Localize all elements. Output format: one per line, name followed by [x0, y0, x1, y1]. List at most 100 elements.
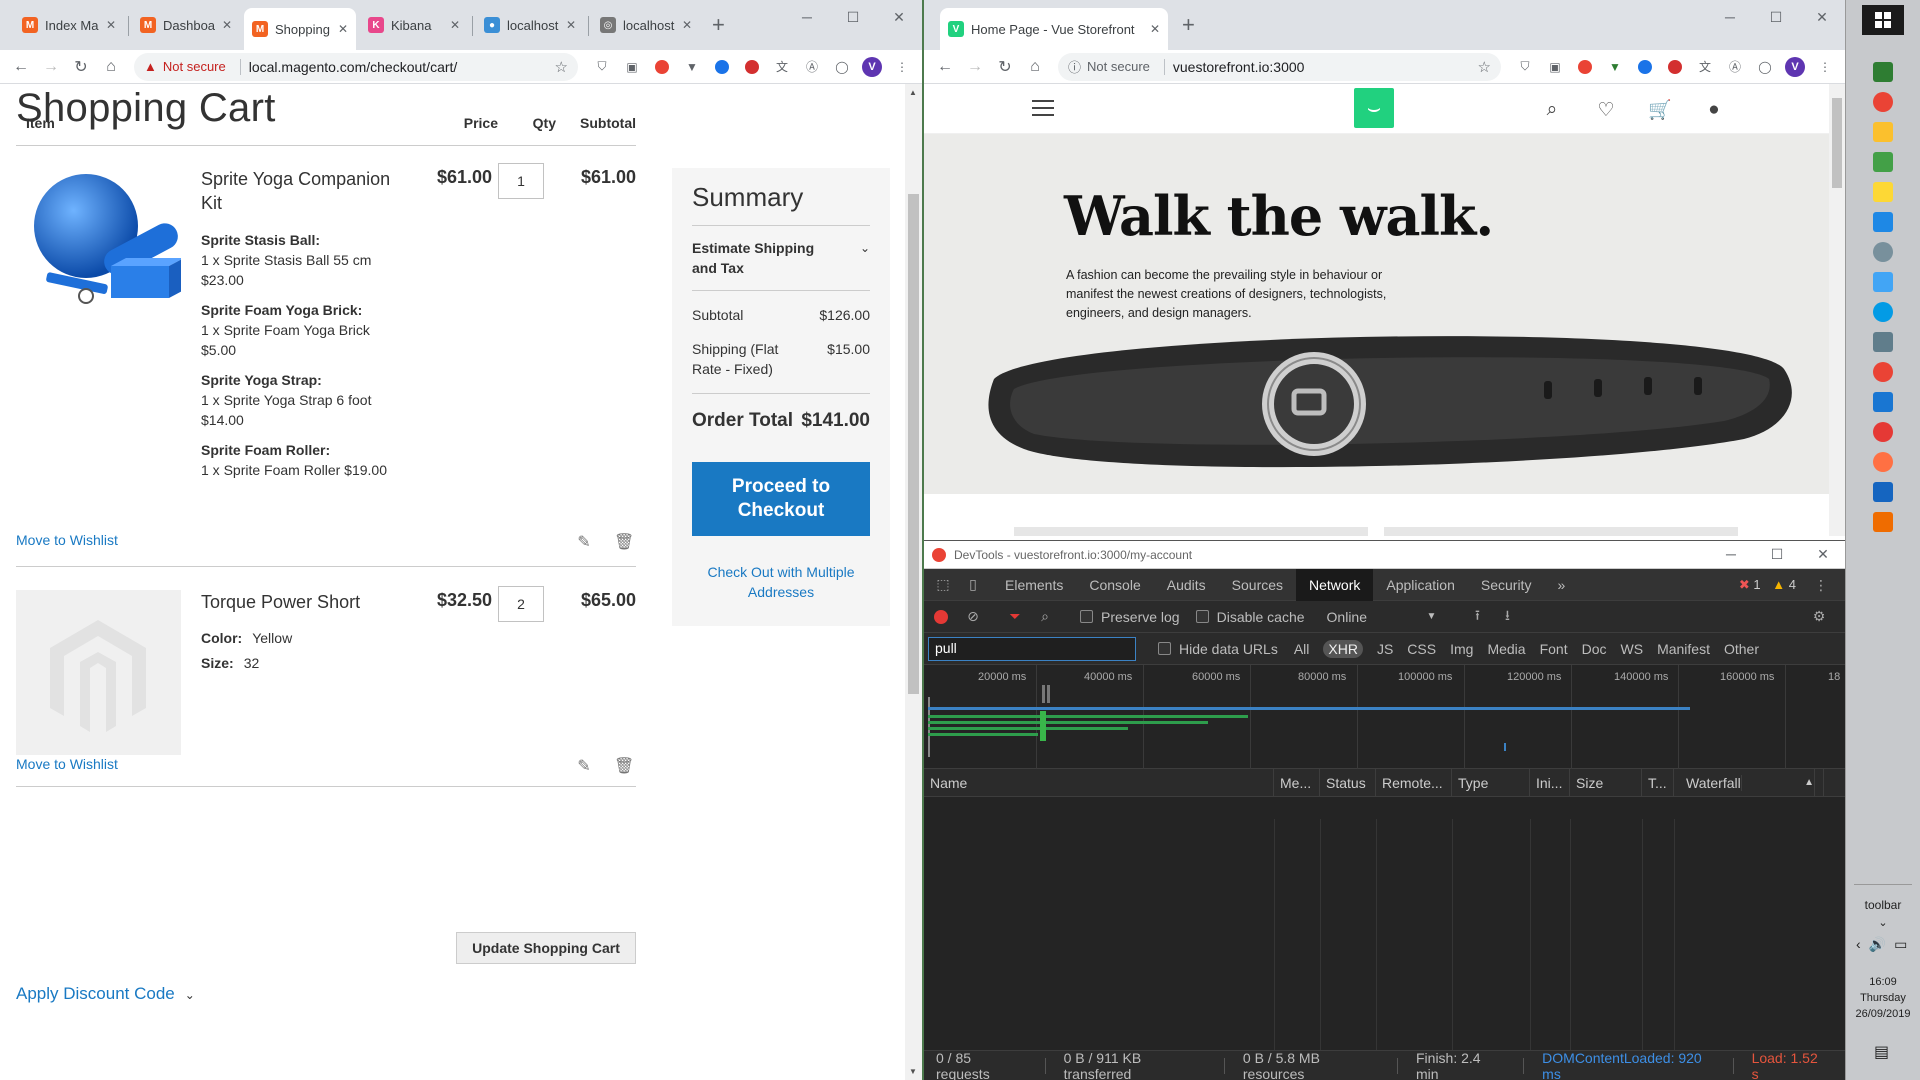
- toolbar-label[interactable]: toolbar: [1846, 898, 1920, 912]
- col-name[interactable]: Name: [924, 768, 1274, 797]
- storefront-logo-icon[interactable]: ⌣: [1354, 88, 1394, 128]
- filter-js[interactable]: JS: [1377, 641, 1393, 657]
- close-icon[interactable]: ✕: [450, 18, 460, 32]
- proceed-to-checkout-button[interactable]: Proceed to Checkout: [692, 462, 870, 536]
- edit-pencil-icon[interactable]: ✎: [574, 756, 594, 776]
- filter-css[interactable]: CSS: [1407, 641, 1436, 657]
- tab-index-management[interactable]: M Index Ma ✕: [14, 8, 124, 42]
- tab-dashboard[interactable]: M Dashboa ✕: [132, 8, 240, 42]
- product-name[interactable]: Sprite Yoga Companion Kit: [201, 167, 411, 215]
- extension-blue-icon[interactable]: [1633, 55, 1657, 79]
- qty-input[interactable]: 2: [498, 586, 544, 622]
- tab-sources[interactable]: Sources: [1219, 569, 1296, 601]
- close-icon[interactable]: ✕: [1150, 22, 1160, 36]
- extension-square-icon[interactable]: ▣: [620, 55, 644, 79]
- filter-xhr[interactable]: XHR: [1323, 639, 1363, 658]
- scrollbar-thumb[interactable]: [908, 194, 919, 694]
- notification-icon[interactable]: ▤: [1874, 1042, 1889, 1062]
- filter-other[interactable]: Other: [1724, 641, 1759, 657]
- record-icon[interactable]: [934, 609, 948, 624]
- back-icon[interactable]: ←: [8, 54, 34, 80]
- page-scrollbar[interactable]: [1829, 84, 1845, 536]
- extension-translate-icon[interactable]: 文: [1693, 55, 1717, 79]
- close-icon[interactable]: ✕: [566, 18, 576, 32]
- maximize-icon[interactable]: ☐: [830, 4, 876, 30]
- extension-vue-icon[interactable]: ▼: [680, 55, 704, 79]
- device-toolbar-icon[interactable]: ▯: [962, 574, 984, 596]
- extension-circle-icon[interactable]: ◯: [1753, 55, 1777, 79]
- close-icon[interactable]: ✕: [106, 18, 116, 32]
- chrome-app-icon[interactable]: [1873, 92, 1893, 112]
- chevron-down-icon[interactable]: ⌄: [1846, 916, 1920, 929]
- extension-translate-icon[interactable]: 文: [770, 55, 794, 79]
- trash-icon[interactable]: 🗑: [614, 756, 634, 776]
- close-icon[interactable]: ✕: [682, 18, 692, 32]
- product-image[interactable]: [16, 166, 181, 331]
- multi-address-checkout-link[interactable]: Check Out with Multiple Addresses: [692, 562, 870, 602]
- throttle-select[interactable]: Online: [1327, 609, 1427, 625]
- filter-img[interactable]: Img: [1450, 641, 1473, 657]
- filter-ws[interactable]: WS: [1621, 641, 1644, 657]
- import-har-icon[interactable]: ⭱: [1466, 606, 1488, 628]
- reload-icon[interactable]: ↻: [68, 54, 94, 80]
- estimate-shipping-toggle[interactable]: Estimate Shipping and Tax ⌄: [692, 225, 870, 291]
- tab-security[interactable]: Security: [1468, 569, 1545, 601]
- account-icon[interactable]: ●: [1702, 98, 1726, 122]
- filter-doc[interactable]: Doc: [1582, 641, 1607, 657]
- more-tabs-icon[interactable]: »: [1544, 569, 1578, 601]
- hero-banner[interactable]: Walk the walk. A fashion can become the …: [924, 134, 1830, 494]
- bookmark-star-icon[interactable]: ☆: [555, 58, 568, 76]
- cart-icon[interactable]: 🛒: [1648, 98, 1672, 122]
- preserve-log-checkbox[interactable]: [1080, 610, 1093, 623]
- sticky-notes-icon[interactable]: [1873, 182, 1893, 202]
- col-initiator[interactable]: Ini...: [1530, 768, 1570, 797]
- product-name[interactable]: Torque Power Short: [201, 590, 411, 614]
- app-icon-7[interactable]: [1873, 242, 1893, 262]
- heart-icon[interactable]: ♡: [1594, 98, 1618, 122]
- clock[interactable]: 16:09 Thursday 26/09/2019: [1846, 974, 1920, 1022]
- search-icon[interactable]: ⌕: [1540, 98, 1564, 122]
- extension-blue-icon[interactable]: [710, 55, 734, 79]
- tab-network[interactable]: Network: [1296, 568, 1374, 601]
- profile-avatar-icon[interactable]: V: [860, 55, 884, 79]
- notes-app-icon[interactable]: [1873, 122, 1893, 142]
- menu-dots-icon[interactable]: ⋮: [1813, 55, 1837, 79]
- vscode-icon[interactable]: [1873, 392, 1893, 412]
- filter-input[interactable]: pull: [928, 636, 1136, 661]
- tray-chevron-icon[interactable]: ‹: [1856, 936, 1861, 953]
- move-to-wishlist-link[interactable]: Move to Wishlist: [16, 532, 118, 548]
- extension-shield-icon[interactable]: ⛉: [1513, 55, 1537, 79]
- forward-icon[interactable]: →: [38, 54, 64, 80]
- filter-media[interactable]: Media: [1487, 641, 1525, 657]
- windows-start-icon[interactable]: [1862, 5, 1904, 35]
- menu-dots-icon[interactable]: ⋮: [890, 55, 914, 79]
- page-scrollbar[interactable]: ▲ ▼: [905, 84, 922, 1080]
- extension-chrome-icon[interactable]: [1573, 55, 1597, 79]
- tab-console[interactable]: Console: [1076, 569, 1153, 601]
- profile-avatar-icon[interactable]: V: [1783, 55, 1807, 79]
- product-placeholder-image[interactable]: [16, 590, 181, 755]
- outlook-icon[interactable]: [1873, 482, 1893, 502]
- clear-icon[interactable]: ⊘: [962, 606, 984, 628]
- close-window-icon[interactable]: ✕: [1799, 4, 1845, 30]
- update-cart-button[interactable]: Update Shopping Cart: [456, 932, 636, 964]
- extension-a-icon[interactable]: Ⓐ: [800, 55, 824, 79]
- minimize-icon[interactable]: ─: [1707, 4, 1753, 30]
- col-remote[interactable]: Remote...: [1376, 768, 1452, 797]
- network-icon[interactable]: ▭: [1894, 936, 1907, 953]
- disable-cache-checkbox[interactable]: [1195, 610, 1209, 623]
- firefox-icon[interactable]: [1873, 452, 1893, 472]
- filter-font[interactable]: Font: [1540, 641, 1568, 657]
- col-method[interactable]: Me...: [1274, 768, 1320, 797]
- hamburger-menu-icon[interactable]: [1032, 100, 1054, 121]
- app-icon-4[interactable]: [1873, 152, 1893, 172]
- col-status[interactable]: Status: [1320, 768, 1376, 797]
- apply-discount-toggle[interactable]: Apply Discount Code ⌄: [16, 984, 195, 1004]
- col-waterfall[interactable]: Waterfall ▲: [1674, 768, 1824, 797]
- new-tab-icon[interactable]: +: [712, 12, 725, 38]
- app-icon-6[interactable]: [1873, 212, 1893, 232]
- shield-app-icon[interactable]: [1873, 332, 1893, 352]
- filter-all[interactable]: All: [1294, 641, 1310, 657]
- issue-badges[interactable]: ✖ 1 ▲ 4: [1739, 577, 1796, 593]
- extension-circle-icon[interactable]: ◯: [830, 55, 854, 79]
